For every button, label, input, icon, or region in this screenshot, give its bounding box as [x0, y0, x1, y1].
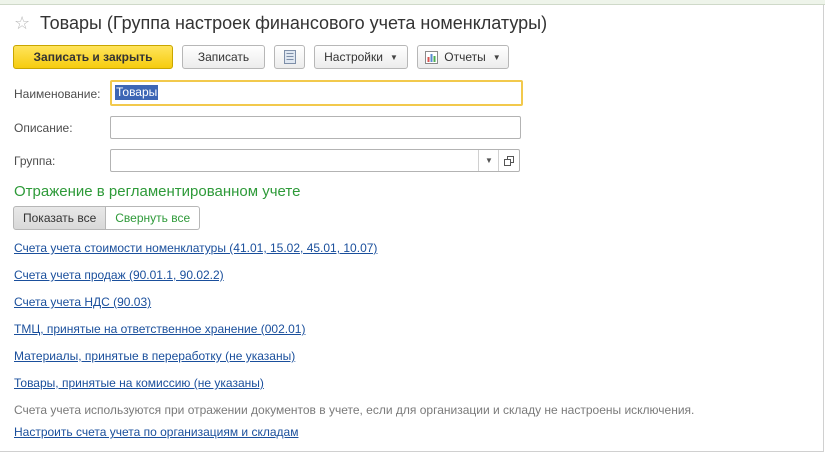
link-cost-accounts[interactable]: Счета учета стоимости номенклатуры (41.0…	[14, 241, 377, 255]
link-sales-accounts[interactable]: Счета учета продаж (90.01.1, 90.02.2)	[14, 268, 224, 282]
show-all-label: Показать все	[23, 211, 97, 225]
save-and-close-button[interactable]: Записать и закрыть	[13, 45, 173, 69]
hint-text: Счета учета используются при отражении д…	[14, 403, 695, 417]
page-title: Товары (Группа настроек финансового учет…	[40, 12, 548, 33]
save-and-close-label: Записать и закрыть	[33, 50, 153, 64]
name-label: Наименование:	[14, 87, 101, 101]
save-label: Записать	[197, 50, 250, 64]
section-title: Отражение в регламентированном учете	[14, 183, 301, 200]
title-bar: ☆ Товары (Группа настроек финансового уч…	[14, 10, 547, 36]
reports-dropdown[interactable]: Отчеты ▼	[417, 45, 509, 69]
group-field[interactable]: ▼	[110, 149, 520, 172]
chart-icon	[425, 50, 439, 64]
list-icon	[283, 50, 296, 64]
save-button[interactable]: Записать	[182, 45, 265, 69]
window-top-strip	[0, 0, 825, 5]
link-vat-accounts[interactable]: Счета учета НДС (90.03)	[14, 295, 151, 309]
show-all-button[interactable]: Показать все	[13, 206, 107, 230]
collapse-all-label: Свернуть все	[115, 211, 191, 225]
chevron-down-icon: ▼	[389, 52, 398, 62]
link-processing-materials[interactable]: Материалы, принятые в переработку (не ук…	[14, 349, 295, 363]
name-value: Товары	[115, 85, 159, 100]
command-bar: Записать и закрыть Записать Настройки ▼ …	[13, 45, 518, 71]
name-field[interactable]: Товары	[110, 80, 523, 106]
settings-dropdown[interactable]: Настройки ▼	[314, 45, 408, 69]
show-collapse-toggle: Показать все Свернуть все	[13, 206, 201, 230]
open-window-glyph	[504, 155, 514, 166]
group-label: Группа:	[14, 154, 56, 168]
collapse-all-button[interactable]: Свернуть все	[106, 206, 201, 230]
settings-label: Настройки	[324, 50, 383, 64]
list-button[interactable]	[274, 45, 305, 69]
chevron-down-icon[interactable]: ▼	[478, 150, 499, 171]
link-commission-goods[interactable]: Товары, принятые на комиссию (не указаны…	[14, 376, 264, 390]
description-label: Описание:	[14, 121, 73, 135]
link-custody-goods[interactable]: ТМЦ, принятые на ответственное хранение …	[14, 322, 305, 336]
reports-label: Отчеты	[444, 50, 486, 64]
chevron-down-icon: ▼	[492, 52, 501, 62]
open-window-icon[interactable]	[498, 150, 519, 171]
configure-accounts-link[interactable]: Настроить счета учета по организациям и …	[14, 425, 298, 439]
description-field[interactable]	[110, 116, 521, 139]
star-icon[interactable]: ☆	[14, 14, 34, 32]
